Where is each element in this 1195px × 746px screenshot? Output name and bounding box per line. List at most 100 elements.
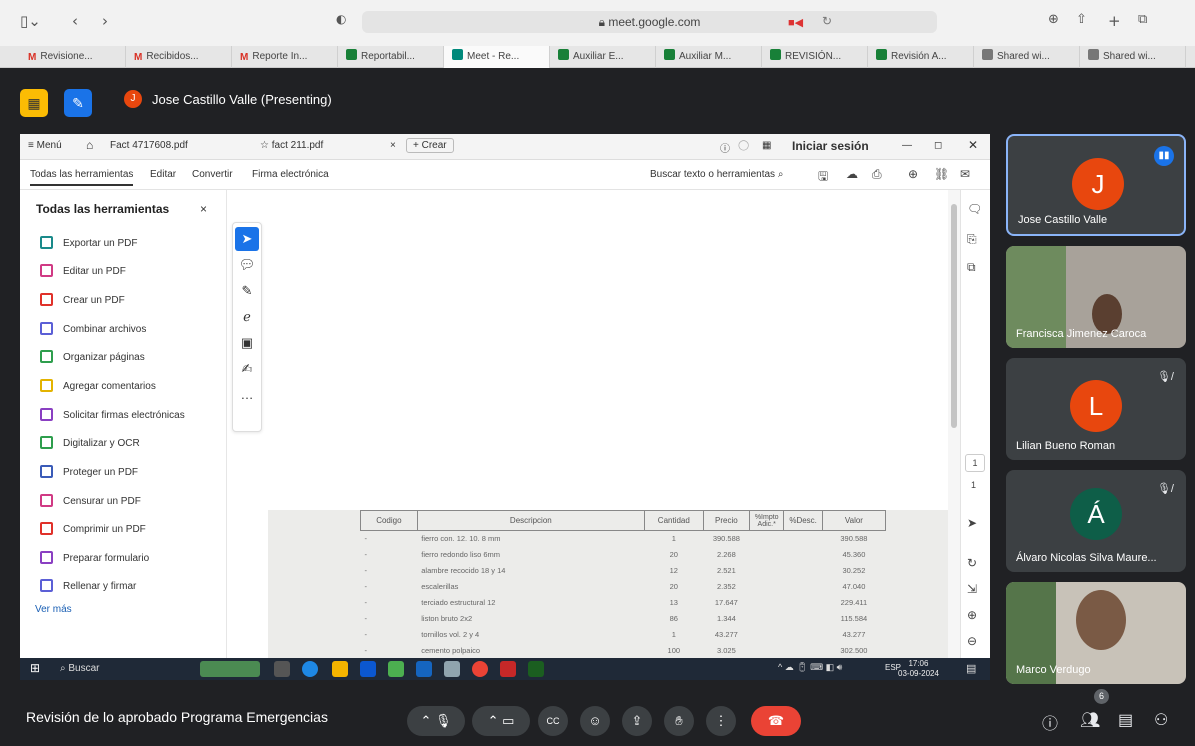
chrome-icon[interactable] — [472, 661, 488, 677]
tool-comment[interactable]: Agregar comentarios — [40, 379, 156, 399]
present-button[interactable]: ⇪ — [622, 706, 652, 736]
home-icon[interactable]: ⌂ — [86, 138, 93, 152]
draw-freehand-icon[interactable]: ℯ — [233, 305, 261, 329]
taskbar-clock[interactable]: 17:06 03-09-2024 — [898, 659, 939, 679]
tool-combine[interactable]: Combinar archivos — [40, 322, 146, 342]
address-bar[interactable]: 🔒︎ meet.google.com ■◀ ↻ — [362, 11, 937, 33]
notifications-icon[interactable]: ◯ — [738, 140, 749, 151]
upload-icon[interactable]: ☁ — [846, 167, 858, 181]
tool-compress[interactable]: Comprimir un PDF — [40, 522, 146, 542]
tool-export-pdf[interactable]: Exportar un PDF — [40, 236, 137, 256]
tool-protect[interactable]: Proteger un PDF — [40, 465, 138, 485]
more-options-button[interactable]: ⋮ — [706, 706, 736, 736]
tool-redact[interactable]: Censurar un PDF — [40, 494, 141, 514]
document-viewer[interactable]: Codigo Descripcion Cantidad Precio %Impt… — [268, 190, 948, 658]
participant-tile[interactable]: L 🎙︎/ Lilian Bueno Roman — [1006, 358, 1186, 460]
zoom-in-icon[interactable]: ⊕ — [967, 608, 977, 622]
edge-icon[interactable] — [302, 661, 318, 677]
select-cursor-icon[interactable]: ➤ — [235, 227, 259, 251]
privacy-shield-icon[interactable]: ◐ — [336, 12, 346, 26]
print-icon[interactable]: ⎙ — [872, 167, 882, 182]
reactions-button[interactable]: ☺ — [580, 706, 610, 736]
tool-create-pdf[interactable]: Crear un PDF — [40, 293, 125, 313]
scrollbar-thumb[interactable] — [951, 204, 957, 428]
tool-scan-ocr[interactable]: Digitalizar y OCR — [40, 436, 140, 456]
system-tray-icons[interactable]: ^ ☁ 🔋︎ ⌨ ◧ 🔊︎ — [778, 662, 842, 673]
people-icon[interactable]: 👥︎ — [1080, 710, 1100, 730]
tool-prepare-form[interactable]: Preparar formulario — [40, 551, 149, 571]
whiteboard-icon[interactable]: ▦ — [20, 89, 48, 117]
camera-button[interactable]: ⌃ ▭ — [472, 706, 530, 736]
text-box-icon[interactable]: ▣ — [233, 331, 261, 355]
mail-icon[interactable]: ✉ — [960, 167, 970, 181]
windows-start-icon[interactable]: ⊞ — [30, 661, 40, 675]
tool-fill-sign[interactable]: Rellenar y firmar — [40, 579, 136, 599]
task-view-icon[interactable] — [274, 661, 290, 677]
minimize-icon[interactable]: — — [902, 140, 912, 151]
comments-panel-icon[interactable]: 🗨︎ — [967, 202, 982, 216]
share-icon[interactable]: ⇧ — [1076, 12, 1087, 27]
login-button[interactable]: Iniciar sesión — [792, 139, 869, 153]
excel-icon[interactable] — [528, 661, 544, 677]
zoom-out-icon[interactable]: ⊖ — [967, 634, 977, 648]
maximize-icon[interactable]: ◻ — [934, 140, 942, 151]
landscape-widget-icon[interactable] — [200, 661, 260, 677]
tool-organize[interactable]: Organizar páginas — [40, 350, 145, 370]
tab-convert[interactable]: Convertir — [192, 169, 233, 180]
tool-edit-pdf[interactable]: Editar un PDF — [40, 264, 126, 284]
back-icon[interactable]: ‹ — [72, 12, 78, 30]
browser-tab[interactable]: M Reporte In... — [232, 46, 338, 68]
browser-tab[interactable]: Shared wi... — [1080, 46, 1186, 68]
browser-tab-active[interactable]: Meet - Re... — [444, 46, 550, 68]
save-icon[interactable]: 🖫︎ — [818, 167, 828, 188]
participant-tile[interactable]: Marco Verdugo — [1006, 582, 1186, 684]
highlight-pen-icon[interactable]: ✎ — [233, 279, 261, 303]
reload-icon[interactable]: ↻ — [822, 14, 832, 28]
rotate-icon[interactable]: ↻ — [967, 556, 977, 570]
mic-button[interactable]: ⌃ 🎙︎ — [407, 706, 465, 736]
chat-icon[interactable]: ▤ — [1118, 710, 1133, 730]
close-window-icon[interactable]: ✕ — [968, 138, 978, 152]
document-scrollbar[interactable] — [948, 190, 960, 658]
browser-tab[interactable]: M Revisione... — [20, 46, 126, 68]
app-icon[interactable] — [388, 661, 404, 677]
annotate-icon[interactable]: ✎ — [64, 89, 92, 117]
acrobat-icon[interactable] — [500, 661, 516, 677]
signature-icon[interactable]: ✍︎ — [233, 357, 261, 381]
link-icon[interactable]: ⛓︎ — [934, 167, 949, 181]
notification-center-icon[interactable]: ▤ — [966, 662, 976, 675]
browser-tab[interactable]: Auxiliar M... — [656, 46, 762, 68]
menu-button[interactable]: ≡ Menú — [28, 140, 62, 151]
more-tools-icon[interactable]: … — [233, 383, 261, 407]
participant-tile[interactable]: J ▮▮ Jose Castillo Valle — [1006, 134, 1186, 236]
apps-icon[interactable]: ▦ — [762, 140, 771, 151]
downloads-icon[interactable]: ⊕ — [1048, 12, 1059, 27]
participant-tile[interactable]: Francisca Jimenez Caroca — [1006, 246, 1186, 348]
page-number-input[interactable]: 1 — [965, 454, 985, 472]
browser-tab[interactable]: Revisión A... — [868, 46, 974, 68]
mail-app-icon[interactable] — [360, 661, 376, 677]
cursor-icon[interactable]: ➤ — [967, 516, 977, 530]
zoom-search-icon[interactable]: ⊕ — [908, 167, 918, 181]
browser-tab[interactable]: Reportabil... — [338, 46, 444, 68]
browser-tab[interactable]: Shared wi... — [974, 46, 1080, 68]
browser-tab[interactable]: Auxiliar E... — [550, 46, 656, 68]
participant-tile[interactable]: Á 🎙︎/ Álvaro Nicolas Silva Maure... — [1006, 470, 1186, 572]
leave-call-button[interactable]: ☎ — [751, 706, 801, 736]
app-l-icon[interactable] — [416, 661, 432, 677]
captions-button[interactable]: CC — [538, 706, 568, 736]
add-comment-icon[interactable]: 💬︎ — [233, 253, 261, 277]
bookmark-icon[interactable]: ⎘ — [967, 232, 977, 247]
file-tab-1[interactable]: Fact 4717608.pdf — [110, 140, 188, 151]
taskbar-search[interactable]: ⌕ Buscar — [60, 660, 210, 678]
tab-esign[interactable]: Firma electrónica — [252, 169, 329, 180]
sidebar-icon[interactable]: ▯⌄ — [20, 12, 41, 30]
fit-page-icon[interactable]: ⇲ — [967, 582, 977, 596]
browser-tab[interactable]: REVISIÓN... — [762, 46, 868, 68]
tab-overview-icon[interactable]: ⧉ — [1138, 12, 1147, 27]
file-explorer-icon[interactable] — [332, 661, 348, 677]
close-tab-icon[interactable]: × — [390, 140, 396, 151]
activities-icon[interactable]: ⚇ — [1154, 710, 1168, 730]
search-tools[interactable]: Buscar texto o herramientas ⌕ — [650, 169, 783, 180]
app-icon[interactable] — [444, 661, 460, 677]
